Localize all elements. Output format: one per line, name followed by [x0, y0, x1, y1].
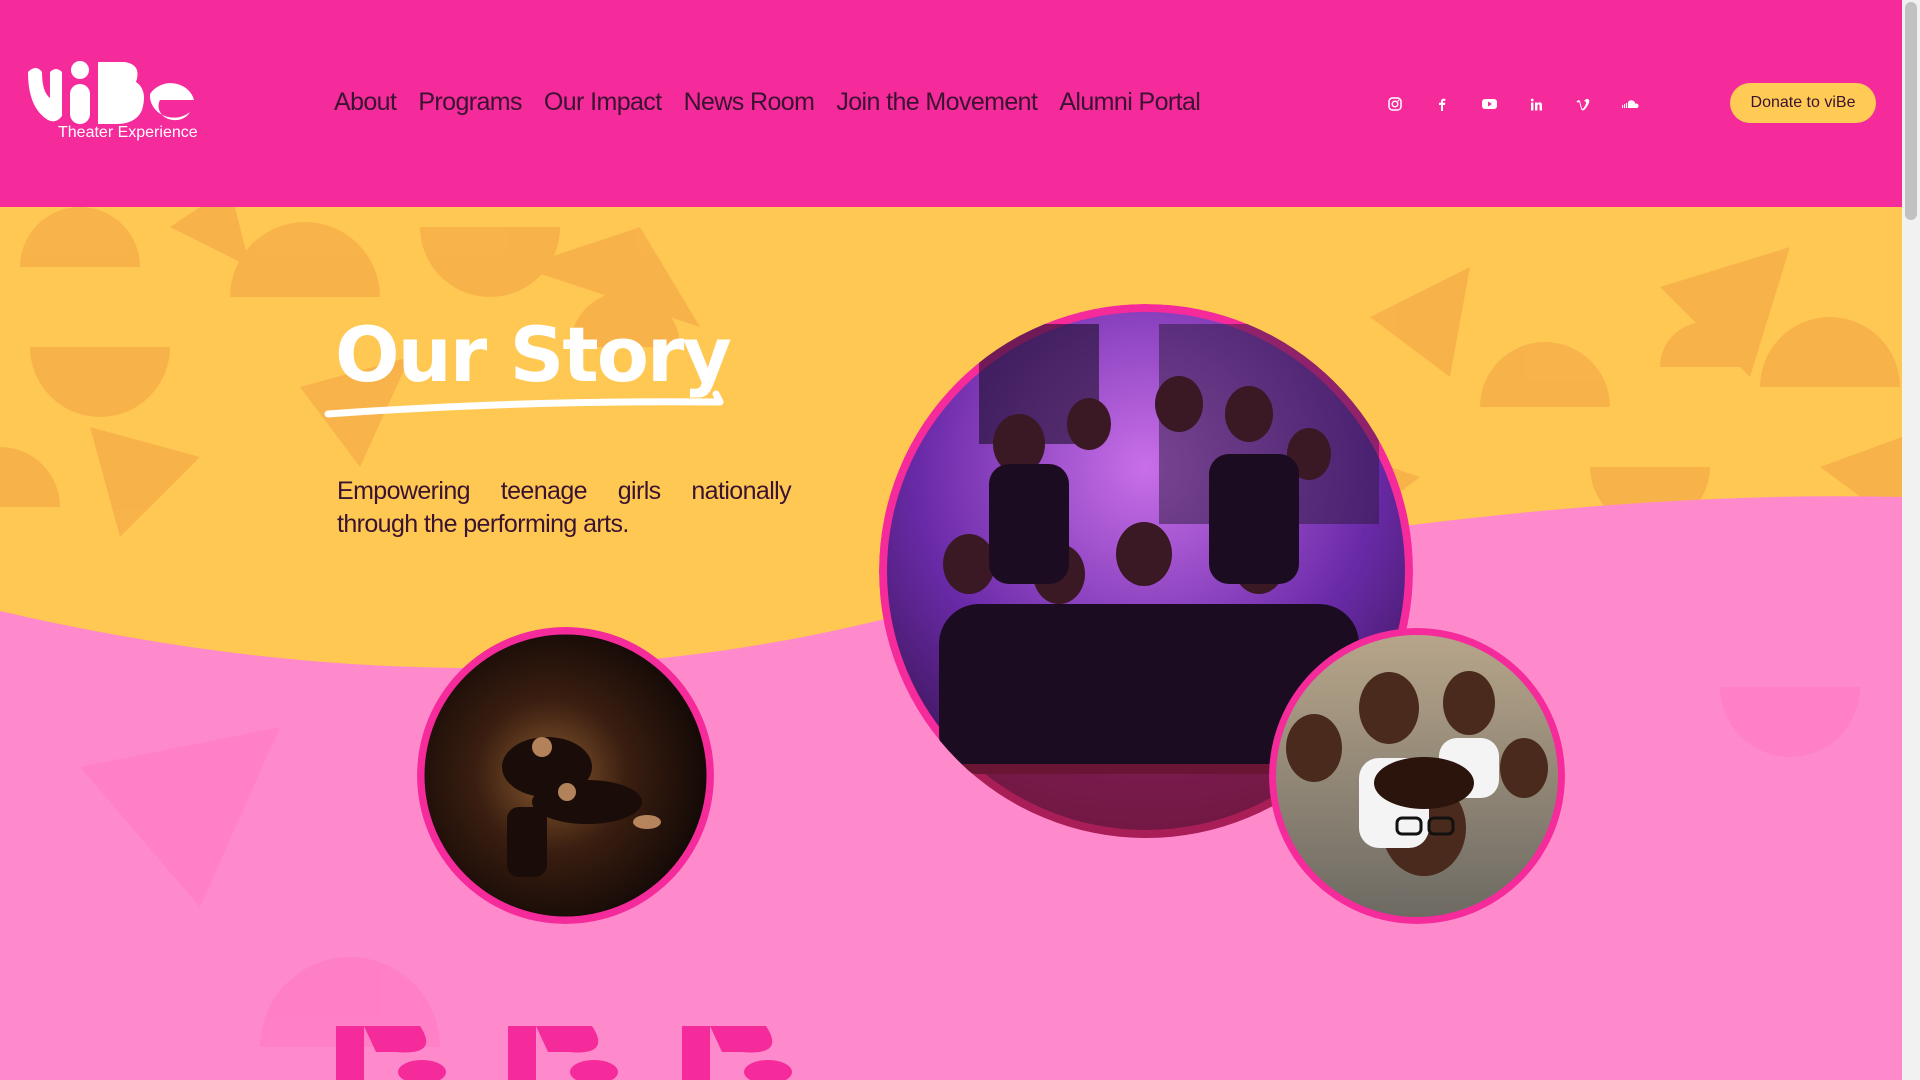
performance-photo: [417, 627, 714, 924]
selfie-photo: [1269, 628, 1565, 924]
linkedin-icon[interactable]: [1527, 95, 1545, 113]
section-letters-graphic: [336, 1026, 792, 1080]
nav-our-impact[interactable]: Our Impact: [544, 88, 662, 117]
title-underline: [324, 390, 724, 418]
nav-about[interactable]: About: [334, 88, 397, 117]
donate-button[interactable]: Donate to viBe: [1730, 83, 1876, 123]
hero-tagline: Empowering teenage girls nationally thro…: [337, 477, 792, 538]
nav-alumni-portal[interactable]: Alumni Portal: [1059, 88, 1200, 117]
vimeo-icon[interactable]: [1574, 95, 1592, 113]
nav-news-room[interactable]: News Room: [684, 88, 815, 117]
facebook-icon[interactable]: [1433, 95, 1451, 113]
vibe-logo[interactable]: Theater Experience: [26, 58, 198, 148]
instagram-icon[interactable]: [1386, 95, 1404, 113]
site-header: Theater Experience About Programs Our Im…: [0, 0, 1902, 207]
nav-join-the-movement[interactable]: Join the Movement: [836, 88, 1038, 117]
logo-subtitle: Theater Experience: [58, 124, 198, 141]
nav-programs[interactable]: Programs: [418, 88, 522, 117]
page-scrollbar[interactable]: [1902, 0, 1920, 1080]
social-links: [1386, 95, 1639, 113]
soundcloud-icon[interactable]: [1621, 95, 1639, 113]
main-nav: About Programs Our Impact News Room Join…: [334, 88, 1201, 117]
scrollbar-thumb[interactable]: [1905, 2, 1917, 220]
youtube-icon[interactable]: [1480, 95, 1498, 113]
